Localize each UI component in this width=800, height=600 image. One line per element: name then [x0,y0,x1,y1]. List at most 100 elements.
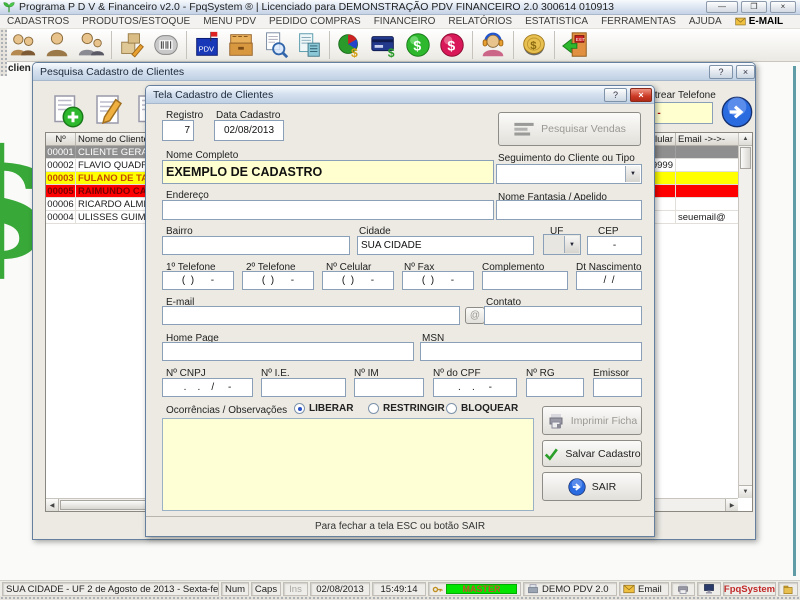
svg-text:$: $ [447,38,455,54]
radio-liberar[interactable] [294,403,305,414]
exit-icon[interactable]: EXIT [558,30,592,60]
coin-icon[interactable]: $ [517,30,551,60]
form-help-button[interactable]: ? [604,88,627,102]
menu-menu-pdv[interactable]: MENU PDV [203,16,256,27]
registro-input[interactable]: 7 [162,120,194,141]
cash-drawer-icon[interactable] [224,30,258,60]
im-input[interactable] [354,378,424,397]
master-badge: MASTER [446,584,517,594]
cpf-input[interactable]: . . - [433,378,517,397]
rg-input[interactable] [526,378,584,397]
toolbar-separator [111,31,112,59]
scroll-thumb[interactable] [740,147,751,169]
uf-combobox[interactable]: ▼ [543,234,581,255]
menu-ferramentas[interactable]: FERRAMENTAS [601,16,676,27]
observacoes-textarea[interactable] [162,418,534,511]
products-stock-icon[interactable] [115,30,149,60]
menu-ajuda[interactable]: AJUDA [689,16,722,27]
search-help-button[interactable]: ? [709,65,733,79]
celular-input[interactable]: ( ) - [322,271,394,290]
menu-produtos-estoque[interactable]: PRODUTOS/ESTOQUE [82,16,190,27]
complemento-input[interactable] [482,271,568,290]
grid-vertical-scrollbar[interactable]: ▲ ▼ [738,133,752,498]
minimize-button[interactable]: — [706,1,738,13]
seguimento-combobox[interactable]: ▼ [496,164,642,184]
cep-input[interactable]: - [587,236,642,255]
msn-input[interactable] [420,342,642,361]
fax-input[interactable]: ( ) - [402,271,474,290]
cell-email [676,172,740,184]
menu-financeiro[interactable]: FINANCEIRO [374,16,436,27]
header-email[interactable]: Email ->->- [676,133,740,145]
pesquisar-vendas-button[interactable]: Pesquisar Vendas [498,112,641,146]
add-client-button[interactable] [49,93,85,129]
search-window-titlebar[interactable]: Pesquisa Cadastro de Clientes ? × [33,63,755,81]
edit-client-button[interactable] [91,93,127,129]
close-button[interactable]: × [770,1,796,13]
form-window-titlebar[interactable]: Tela Cadastro de Clientes ? × [146,86,654,104]
printer-icon [547,413,565,429]
cidade-input[interactable]: SUA CIDADE [357,236,534,255]
svg-text:PDV: PDV [199,45,214,54]
payables-dollar-red-icon[interactable]: $ [435,30,469,60]
scroll-thumb[interactable] [60,500,150,510]
clients-icon[interactable] [6,30,40,60]
emissor-input[interactable] [593,378,642,397]
credit-card-icon[interactable]: $ [367,30,401,60]
menu-estatistica[interactable]: ESTATISTICA [525,16,588,27]
svg-text:$: $ [351,46,358,60]
nome-completo-input[interactable]: EXEMPLO DE CADASTRO [162,160,494,184]
main-title: Programa P D V & Financeiro v2.0 - FpqSy… [19,1,614,13]
send-email-button[interactable]: @ [465,307,485,324]
radio-restringir-label[interactable]: RESTRINGIR [383,403,445,414]
menu-cadastros[interactable]: CADASTROS [7,16,69,27]
search-phone-button[interactable] [721,96,753,128]
contato-input[interactable] [484,306,642,325]
radio-bloquear[interactable] [446,403,457,414]
barcode-icon[interactable] [149,30,183,60]
pdv-icon[interactable]: PDV [190,30,224,60]
salvar-cadastro-button[interactable]: Salvar Cadastro [542,440,642,467]
radio-liberar-label[interactable]: LIBERAR [309,403,353,414]
form-close-button[interactable]: × [630,88,652,102]
imprimir-ficha-button[interactable]: Imprimir Ficha [542,406,642,435]
toolbar-caption-clien: clien [8,63,31,74]
chevron-down-icon[interactable]: ▼ [564,236,579,253]
orders-calc-icon[interactable] [292,30,326,60]
ie-input[interactable] [261,378,346,397]
menu-email[interactable]: E-MAIL [735,16,783,27]
tel2-input[interactable]: ( ) - [242,271,314,290]
radio-restringir[interactable] [368,403,379,414]
svg-text:$: $ [530,40,537,52]
data-cadastro-input[interactable]: 02/08/2013 [214,120,284,141]
support-person-icon[interactable] [476,30,510,60]
cnpj-input[interactable]: . . / - [162,378,253,397]
cell-num: 00002 [46,159,76,171]
menu-relatorios[interactable]: RELATÓRIOS [448,16,512,27]
bairro-input[interactable] [162,236,350,255]
status-num: Num [221,582,249,596]
header-num[interactable]: Nº [46,133,76,145]
search-close-button[interactable]: × [736,65,755,79]
receivables-dollar-green-icon[interactable]: $ [401,30,435,60]
document-search-icon[interactable] [258,30,292,60]
cell-num: 00001 [46,146,76,158]
endereco-input[interactable] [162,200,494,220]
sair-button[interactable]: SAIR [542,472,642,501]
scroll-down-icon[interactable]: ▼ [739,485,752,498]
client-search-icon[interactable] [40,30,74,60]
scroll-left-icon[interactable]: ◀ [46,499,59,511]
restore-button[interactable]: ❐ [741,1,767,13]
scroll-right-icon[interactable]: ▶ [725,499,738,511]
fantasia-input[interactable] [496,200,642,220]
nascimento-input[interactable]: / / [576,271,642,290]
tel1-input[interactable]: ( ) - [162,271,234,290]
finance-pie-icon[interactable]: $ [333,30,367,60]
chevron-down-icon[interactable]: ▼ [625,166,640,182]
email-input[interactable] [162,306,460,325]
sellers-icon[interactable] [74,30,108,60]
menu-pedido-compras[interactable]: PEDIDO COMPRAS [269,16,361,27]
homepage-input[interactable] [162,342,414,361]
scroll-up-icon[interactable]: ▲ [739,133,752,146]
radio-bloquear-label[interactable]: BLOQUEAR [461,403,518,414]
